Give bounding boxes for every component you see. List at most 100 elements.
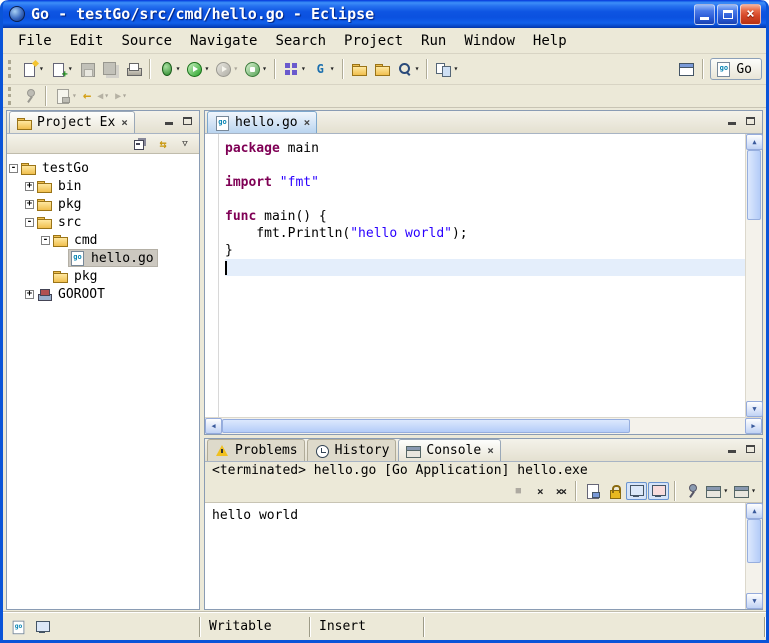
title-bar[interactable]: Go - testGo/src/cmd/hello.go - Eclipse ×	[3, 0, 766, 28]
go-build-button[interactable]: G▾	[309, 57, 338, 81]
toolbar-drag-handle[interactable]	[8, 87, 13, 105]
minimize-view-button[interactable]	[722, 114, 741, 131]
scroll-lock-button[interactable]	[604, 482, 625, 500]
menu-source[interactable]: Source	[112, 31, 181, 51]
tab-project-explorer[interactable]: Project Ex ×	[9, 111, 135, 133]
dropdown-arrow-icon[interactable]: ▾	[204, 65, 209, 73]
menu-project[interactable]: Project	[335, 31, 412, 51]
external-tools-button[interactable]: ▾	[241, 57, 270, 81]
editor-vertical-scrollbar[interactable]: ▲ ▼	[745, 134, 762, 417]
dropdown-arrow-icon[interactable]: ▾	[415, 65, 420, 73]
tab-history[interactable]: History	[307, 439, 397, 461]
menu-help[interactable]: Help	[524, 31, 576, 51]
open-folder-2-button[interactable]	[371, 57, 394, 81]
menu-run[interactable]: Run	[412, 31, 455, 51]
dropdown-arrow-icon[interactable]: ▾	[723, 487, 728, 495]
tab-problems[interactable]: Problems	[207, 439, 305, 461]
pin-console-button[interactable]	[681, 482, 702, 500]
maximize-button[interactable]	[717, 4, 738, 25]
close-view-icon[interactable]: ×	[121, 117, 128, 128]
dropdown-arrow-icon[interactable]: ▾	[453, 65, 458, 73]
scroll-right-button[interactable]: ▶	[745, 418, 762, 434]
tab-hello-go[interactable]: go hello.go ×	[207, 111, 317, 133]
scrollbar-track[interactable]	[746, 150, 762, 401]
team-button[interactable]: ▾	[432, 57, 461, 81]
console-output[interactable]: hello world	[205, 503, 745, 609]
tree-item-pkg[interactable]: + pkg	[7, 195, 199, 213]
tree-item-src[interactable]: - src	[7, 213, 199, 231]
dropdown-arrow-icon[interactable]: ▾	[262, 65, 267, 73]
dropdown-arrow-icon[interactable]: ▾	[751, 487, 756, 495]
new-go-element-button[interactable]: ▾	[47, 57, 76, 81]
scrollbar-track[interactable]	[222, 418, 745, 434]
new-go-app-button[interactable]: ▾	[280, 57, 309, 81]
fast-view-button[interactable]: go	[8, 618, 29, 636]
annotation-ruler[interactable]	[205, 134, 219, 417]
tree-item-goroot[interactable]: + GOROOT	[7, 285, 199, 303]
close-button[interactable]: ×	[740, 4, 761, 25]
link-with-editor-button[interactable]: ⇆	[153, 135, 173, 153]
close-tab-icon[interactable]: ×	[304, 117, 311, 128]
toolbar-drag-handle[interactable]	[8, 60, 13, 78]
back-history-button[interactable]: ◀▾	[94, 84, 112, 108]
expander-expand-icon[interactable]: +	[25, 290, 34, 299]
debug-button[interactable]: ▾	[155, 57, 184, 81]
expander-expand-icon[interactable]: +	[25, 182, 34, 191]
scroll-up-button[interactable]: ▲	[746, 134, 763, 150]
editor-horizontal-scrollbar[interactable]: ◀ ▶	[205, 417, 762, 434]
expander-expand-icon[interactable]: +	[25, 200, 34, 209]
minimize-button[interactable]	[694, 4, 715, 25]
tree-item-testgo[interactable]: - testGo	[7, 159, 199, 177]
forward-history-button[interactable]: ▶▾	[112, 84, 130, 108]
dropdown-arrow-icon[interactable]: ▾	[39, 65, 44, 73]
tab-console[interactable]: Console ×	[398, 439, 500, 461]
close-tab-icon[interactable]: ×	[487, 445, 494, 456]
tree-item-bin[interactable]: + bin	[7, 177, 199, 195]
show-stderr-toggle[interactable]	[648, 482, 669, 500]
remove-launch-button[interactable]: ×	[529, 482, 549, 500]
dropdown-arrow-icon[interactable]: ▾	[233, 65, 238, 73]
code-area[interactable]: package main import "fmt" func main() { …	[219, 134, 745, 417]
menu-edit[interactable]: Edit	[61, 31, 113, 51]
terminate-button[interactable]: ■	[508, 482, 528, 500]
menu-search[interactable]: Search	[266, 31, 335, 51]
open-folder-button[interactable]	[348, 57, 371, 81]
scrollbar-thumb[interactable]	[747, 150, 761, 220]
search-button[interactable]: ▾	[394, 57, 423, 81]
minimize-view-button[interactable]	[159, 114, 178, 131]
open-perspective-button[interactable]	[675, 57, 698, 81]
dropdown-arrow-icon[interactable]: ▾	[68, 65, 73, 73]
tree-item-cmd[interactable]: - cmd	[7, 231, 199, 249]
dropdown-arrow-icon[interactable]: ▾	[122, 92, 127, 100]
show-view-trim-button[interactable]	[32, 618, 53, 636]
save-button[interactable]	[76, 57, 99, 81]
view-menu-button[interactable]: ▽	[175, 135, 195, 153]
dropdown-arrow-icon[interactable]: ▾	[104, 92, 109, 100]
menu-window[interactable]: Window	[455, 31, 524, 51]
dropdown-arrow-icon[interactable]: ▾	[176, 65, 181, 73]
maximize-view-button[interactable]	[741, 114, 760, 131]
open-console-button[interactable]: ▾	[731, 482, 758, 500]
collapse-all-button[interactable]	[130, 135, 151, 153]
save-all-button[interactable]	[99, 57, 122, 81]
expander-collapse-icon[interactable]: -	[9, 164, 18, 173]
dropdown-arrow-icon[interactable]: ▾	[330, 65, 335, 73]
new-wizard-button[interactable]: ▾	[18, 57, 47, 81]
clear-console-button[interactable]	[582, 482, 603, 500]
display-console-button[interactable]: ▾	[703, 482, 730, 500]
last-edit-location-button[interactable]: ▾	[51, 84, 80, 108]
dropdown-arrow-icon[interactable]: ▾	[72, 92, 77, 100]
show-stdout-toggle[interactable]	[626, 482, 647, 500]
go-perspective-button[interactable]: go Go	[710, 58, 762, 80]
dropdown-arrow-icon[interactable]: ▾	[301, 65, 306, 73]
maximize-view-button[interactable]	[178, 114, 197, 131]
maximize-view-button[interactable]	[741, 442, 760, 459]
pin-editor-button[interactable]	[18, 84, 41, 108]
tree-item-hello-go[interactable]: go hello.go	[7, 249, 199, 267]
print-button[interactable]	[122, 57, 145, 81]
back-to-file-button[interactable]: ←	[80, 84, 94, 108]
scroll-down-button[interactable]: ▼	[746, 401, 763, 417]
scroll-left-button[interactable]: ◀	[205, 418, 222, 434]
scrollbar-thumb[interactable]	[747, 519, 761, 563]
profile-button[interactable]: ▾	[212, 57, 241, 81]
